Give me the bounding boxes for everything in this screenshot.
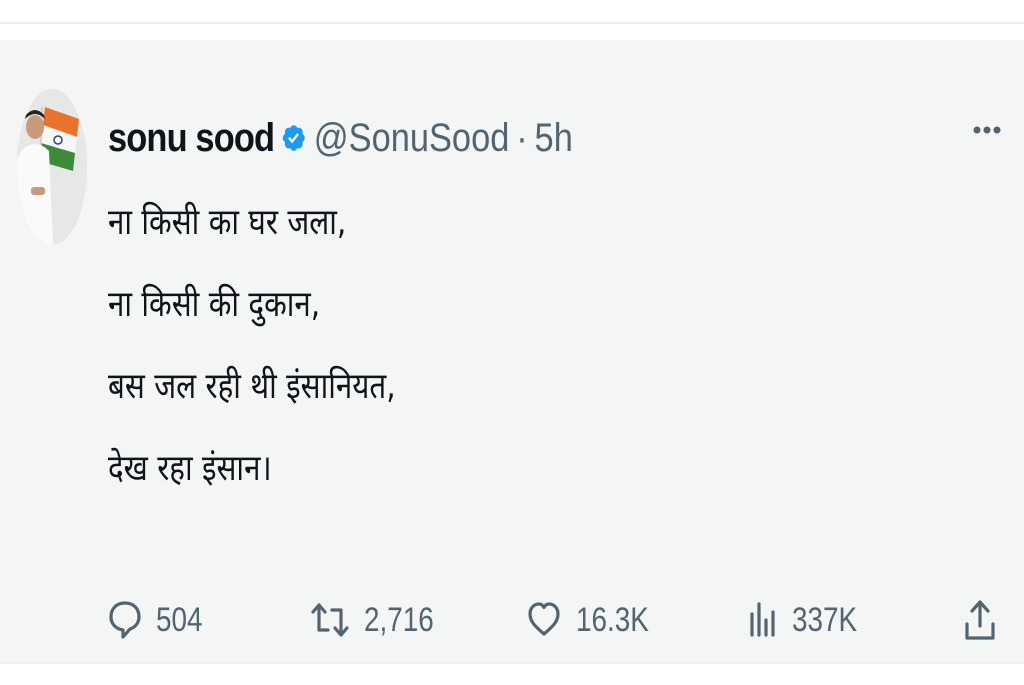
author-display-name[interactable]: sonu sood <box>108 116 275 161</box>
reply-count: 504 <box>156 600 203 639</box>
tweet-timestamp[interactable]: 5h <box>535 116 573 161</box>
tweet-text: ना किसी का घर जला, ना किसी की दुकान, बस … <box>108 182 396 510</box>
heart-icon <box>526 600 562 640</box>
tweet-header: sonu sood @SonuSood · 5h <box>108 110 573 166</box>
avatar-photo <box>17 89 87 245</box>
reply-button[interactable]: 504 <box>108 580 213 660</box>
like-count: 16.3K <box>576 600 649 639</box>
like-button[interactable]: 16.3K <box>526 580 665 660</box>
views-bar-chart-icon <box>748 600 778 640</box>
share-upload-icon <box>964 598 996 642</box>
repost-icon <box>310 600 350 640</box>
tweet-actions: 504 2,716 16.3K 337K <box>0 580 1024 660</box>
tweet-card[interactable]: sonu sood @SonuSood · 5h ना किसी का घर ज… <box>0 40 1024 662</box>
tweet-text-line: देख रहा इंसान। <box>108 448 272 489</box>
views-button[interactable]: 337K <box>748 580 871 660</box>
share-button[interactable] <box>964 580 996 660</box>
tweet-text-line: ना किसी की दुकान, <box>108 284 321 325</box>
avatar[interactable] <box>17 89 87 245</box>
author-handle[interactable]: @SonuSood <box>314 116 510 161</box>
reply-bubble-icon <box>108 600 142 640</box>
repost-button[interactable]: 2,716 <box>310 580 449 660</box>
page-top-divider <box>0 0 1024 24</box>
more-horizontal-icon[interactable] <box>968 118 1006 142</box>
page-bottom-divider <box>0 662 1024 685</box>
repost-count: 2,716 <box>364 600 434 639</box>
tweet-text-line: बस जल रही थी इंसानियत, <box>108 366 396 407</box>
views-count: 337K <box>792 600 858 639</box>
verified-badge-icon[interactable] <box>281 123 307 153</box>
header-separator: · <box>516 115 528 160</box>
tweet-text-line: ना किसी का घर जला, <box>108 202 347 243</box>
